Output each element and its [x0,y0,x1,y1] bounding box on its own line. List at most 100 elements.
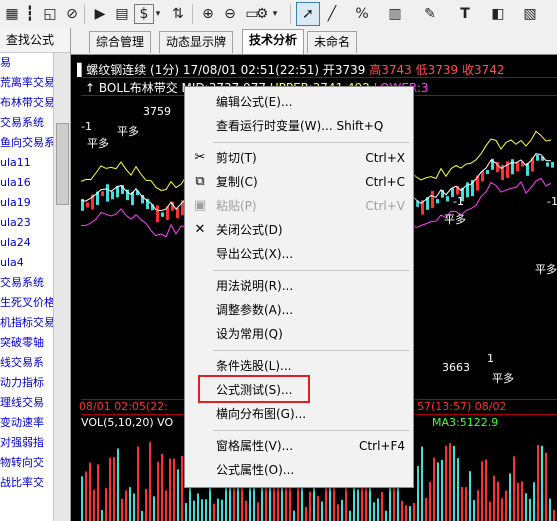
volume-bar-mark [497,481,499,521]
notepad-icon[interactable]: ▤ [112,4,132,24]
tab-overview[interactable]: 综合管理 [89,31,152,53]
formula-list-item[interactable]: 交易系统 [0,273,54,293]
tab-dynamic-board[interactable]: 动态显示牌 [159,31,234,53]
zoom-out-icon[interactable]: ⊖ [220,4,240,24]
boll-label: ↑ BOLL布林带交 [85,81,178,95]
formula-list-item[interactable]: ula16 [0,173,54,193]
formula-list-item[interactable]: ula4 [0,253,54,273]
formula-list-item[interactable]: 线交易系 [0,353,54,373]
candle-mark [446,196,449,202]
date-right-label: 57(13:57) 08/02 [417,400,507,413]
tab-untitled[interactable]: 未命名 [307,31,358,53]
bar-icon[interactable]: ▥ [385,4,405,24]
volume-bar-mark [437,462,439,521]
volume-bar-mark [133,493,135,521]
volume-bar-mark [405,505,407,521]
cursor-icon[interactable]: ➚ [298,4,318,24]
formula-list-item[interactable]: 变动速率 [0,413,54,433]
volume-bar-mark [117,448,119,521]
chart-title: ▌螺纹钢连续 (1分) 17/08/01 02:51(22:51) 开3739 … [77,61,557,77]
gear-icon[interactable]: ⚙ [252,4,272,24]
signal-pingduo-3: 平多 [444,213,466,226]
formula-list-item[interactable]: 对强弱指 [0,433,54,453]
exchange-icon[interactable]: ⇅ [168,4,188,24]
dropdown-icon[interactable]: ▾ [153,4,163,24]
formula-list-item[interactable]: 动力指标 [0,373,54,393]
signal-minus1-3: -1 [547,195,557,208]
formula-list-item[interactable]: ula23 [0,213,54,233]
chart-low: 低3739 [415,63,459,77]
layout-icon[interactable]: ▧ [520,4,540,24]
menu-edit-formula[interactable]: 编辑公式(E)... [185,91,413,113]
menu-export-formula[interactable]: 导出公式(X)... [185,243,413,265]
candle-mark [161,212,164,217]
scroll-thumb[interactable] [56,123,69,205]
menu-set-common[interactable]: 设为常用(Q) [185,323,413,345]
volume-bar-mark [217,498,219,521]
chart-close: 收3742 [462,63,505,77]
text-icon[interactable]: T [455,4,475,24]
volume-bar-mark [85,471,87,521]
copy-icon: ⧉ [195,174,205,189]
volume-bar-mark [489,501,491,521]
globe-icon[interactable]: ⊘ [62,4,82,24]
volume-bar-mark [541,445,543,521]
volume-bar-mark [205,499,207,521]
formula-list-item[interactable]: 机指标交易 [0,313,54,333]
menu-adjust-params[interactable]: 调整参数(A)... [185,299,413,321]
dropdown-icon[interactable]: ▾ [270,4,280,24]
find-formula-title[interactable]: 查找公式 [0,28,70,53]
formula-list-item[interactable]: ula19 [0,193,54,213]
formula-list-item[interactable]: 布林带交易 [0,93,54,113]
menu-formula-properties[interactable]: 公式属性(O)... [185,459,413,481]
volume-bar-mark [417,466,419,521]
menu-copy[interactable]: ⧉ 复制(C) Ctrl+C [185,171,413,193]
volume-bar-mark [421,446,423,521]
menu-paste[interactable]: ▣ 粘贴(P) Ctrl+V [185,195,413,217]
menu-condition-select[interactable]: 条件选股(L)... [185,355,413,377]
volume-bar-mark [213,503,215,521]
formula-list-item[interactable]: 突破零轴 [0,333,54,353]
zoom-in-icon[interactable]: ⊕ [198,4,218,24]
menu-pane-properties[interactable]: 窗格属性(V)... Ctrl+F4 [185,435,413,457]
candle-icon[interactable]: ┇ [20,4,40,24]
volume-bar-mark [481,461,483,521]
formula-list-item[interactable]: 易 [0,53,54,73]
left-scrollbar[interactable] [53,53,70,521]
play-icon[interactable]: ▶ [90,4,110,24]
tab-technical-analysis[interactable]: 技术分析 [242,29,305,54]
candle-mark [551,161,554,168]
formula-list-item[interactable]: 交易系统 [0,113,54,133]
formula-list-item[interactable]: ula11 [0,153,54,173]
menu-cut[interactable]: ✂ 剪切(T) Ctrl+X [185,147,413,169]
menu-horizontal-distribution[interactable]: 横向分布图(G)... [185,403,413,425]
menu-view-runtime-vars[interactable]: 查看运行时变量(W)... Shift+Q [185,115,413,137]
signal-pingkong: 平多 [492,372,514,385]
volume-bar-mark [433,457,435,521]
formula-list-item[interactable]: 战比率交 [0,473,54,493]
formula-list-item[interactable]: 生死叉价格 [0,293,54,313]
percent-icon[interactable]: % [352,4,372,24]
scissors-icon: ✂ [194,150,206,165]
formula-test-highlight [198,375,310,403]
chart-icon[interactable]: ◱ [40,4,60,24]
formula-list-item[interactable]: 荒离率交易 [0,73,54,93]
formula-list-item[interactable]: 物转向交 [0,453,54,473]
volume-bar-mark [245,500,247,521]
pen-icon[interactable]: ✎ [420,4,440,24]
candle-mark [536,154,539,161]
formula-list-item[interactable]: ula24 [0,233,54,253]
formula-list: 易荒离率交易 布林带交易 交易系统 鱼向交易系 ula11 ula16 ula19 ula23… [0,53,54,493]
chart-high: 高3743 [369,63,412,77]
dollar-icon[interactable]: $ [134,4,154,24]
shape-icon[interactable]: ◧ [488,4,508,24]
candle-mark [511,159,514,175]
formula-list-item[interactable]: 理线交易 [0,393,54,413]
line-icon[interactable]: ╱ [322,4,342,24]
menu-usage[interactable]: 用法说明(R)... [185,275,413,297]
volume-bar-mark [169,458,171,521]
signal-pingduo-4: 平多 [535,263,557,276]
grid-icon[interactable]: ▦ [2,4,22,24]
menu-close-formula[interactable]: ✕ 关闭公式(D) [185,219,413,241]
formula-list-item[interactable]: 鱼向交易系 [0,133,54,153]
